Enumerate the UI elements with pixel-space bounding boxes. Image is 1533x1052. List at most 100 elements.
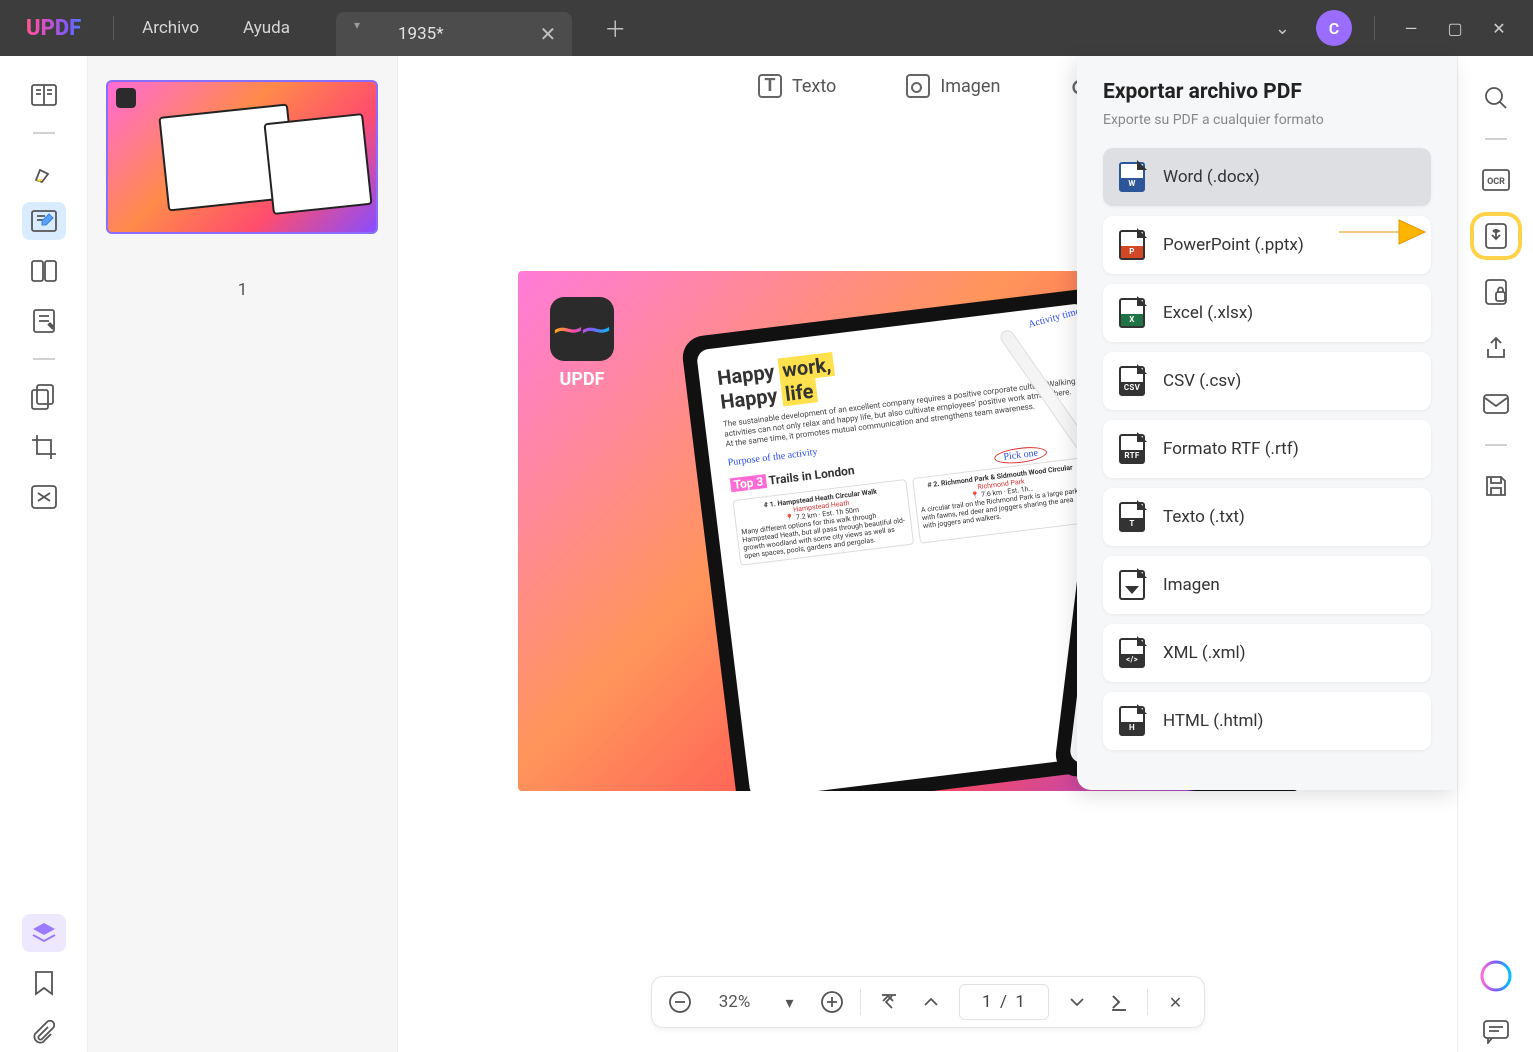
insert-text-button[interactable]: Texto bbox=[758, 74, 836, 98]
image-icon bbox=[906, 74, 930, 98]
reader-mode-icon[interactable] bbox=[22, 76, 66, 114]
document-canvas: Texto Imagen ⚲ ⁓⁓ UPDF Happy work, Happy… bbox=[398, 56, 1457, 1052]
app-logo: UPDF bbox=[0, 16, 107, 41]
window-maximize-icon[interactable]: ▢ bbox=[1441, 19, 1469, 38]
export-option-label: Imagen bbox=[1163, 575, 1220, 595]
export-option-image[interactable]: Imagen bbox=[1103, 556, 1431, 614]
prev-page-button[interactable] bbox=[917, 988, 945, 1016]
separator bbox=[1374, 16, 1375, 40]
zoom-dropdown-icon[interactable]: ▾ bbox=[776, 988, 804, 1016]
new-tab-button[interactable]: ＋ bbox=[592, 6, 638, 50]
word-file-icon: W bbox=[1119, 162, 1145, 192]
export-option-label: Word (.docx) bbox=[1163, 167, 1260, 187]
crop-tool-icon[interactable] bbox=[22, 428, 66, 466]
export-pdf-icon[interactable] bbox=[1474, 216, 1518, 256]
edit-toolbar: Texto Imagen ⚲ bbox=[758, 74, 1094, 98]
export-option-excel[interactable]: X Excel (.xlsx) bbox=[1103, 284, 1431, 342]
user-avatar[interactable]: C bbox=[1316, 10, 1352, 46]
export-option-label: HTML (.html) bbox=[1163, 711, 1263, 731]
export-option-xml[interactable]: </> XML (.xml) bbox=[1103, 624, 1431, 682]
close-pager-button[interactable]: ✕ bbox=[1162, 988, 1190, 1016]
first-page-button[interactable] bbox=[875, 988, 903, 1016]
txt-file-icon: T bbox=[1119, 502, 1145, 532]
export-title: Exportar archivo PDF bbox=[1103, 80, 1431, 104]
right-toolbar: OCR bbox=[1457, 56, 1533, 1052]
search-icon[interactable] bbox=[1474, 78, 1518, 118]
toolbar-divider bbox=[33, 132, 55, 134]
export-option-txt[interactable]: T Texto (.txt) bbox=[1103, 488, 1431, 546]
export-option-label: Texto (.txt) bbox=[1163, 507, 1245, 527]
toolbar-divider bbox=[1485, 444, 1507, 446]
rtf-file-icon: RTF bbox=[1119, 434, 1145, 464]
page-controls: 32% ▾ ✕ bbox=[651, 976, 1205, 1028]
export-option-label: Formato RTF (.rtf) bbox=[1163, 439, 1299, 459]
export-option-label: PowerPoint (.pptx) bbox=[1163, 235, 1304, 255]
highlighter-tool-icon[interactable] bbox=[22, 152, 66, 190]
ai-assistant-icon[interactable] bbox=[1474, 956, 1518, 996]
export-option-rtf[interactable]: RTF Formato RTF (.rtf) bbox=[1103, 420, 1431, 478]
export-option-word[interactable]: W Word (.docx) bbox=[1103, 148, 1431, 206]
last-page-button[interactable] bbox=[1105, 988, 1133, 1016]
thumbnails-panel: 1 bbox=[88, 56, 398, 1052]
main-shell: 1 Texto Imagen ⚲ ⁓⁓ UPDF bbox=[0, 56, 1533, 1052]
titlebar: UPDF Archivo Ayuda ▾ 1935* ✕ ＋ ⌄ C — ▢ ✕ bbox=[0, 0, 1533, 56]
export-option-label: CSV (.csv) bbox=[1163, 371, 1241, 391]
page-number-input[interactable] bbox=[959, 984, 1049, 1020]
pin-icon: ▾ bbox=[354, 18, 360, 32]
toolbar-divider bbox=[1485, 138, 1507, 140]
page-thumbnail-1[interactable] bbox=[106, 80, 378, 234]
document-tab[interactable]: ▾ 1935* ✕ bbox=[336, 12, 572, 56]
protect-pdf-icon[interactable] bbox=[1474, 272, 1518, 312]
text-icon bbox=[758, 74, 782, 98]
window-close-icon[interactable]: ✕ bbox=[1485, 19, 1513, 38]
excel-file-icon: X bbox=[1119, 298, 1145, 328]
powerpoint-file-icon: P bbox=[1119, 230, 1145, 260]
comments-icon[interactable] bbox=[1474, 1012, 1518, 1052]
export-option-powerpoint[interactable]: P PowerPoint (.pptx) bbox=[1103, 216, 1431, 274]
ocr-icon[interactable]: OCR bbox=[1474, 160, 1518, 200]
copy-pages-icon[interactable] bbox=[22, 378, 66, 416]
tab-close-icon[interactable]: ✕ bbox=[540, 22, 557, 46]
zoom-out-button[interactable] bbox=[666, 988, 694, 1016]
html-file-icon: H bbox=[1119, 706, 1145, 736]
export-panel: Exportar archivo PDF Exporte su PDF a cu… bbox=[1077, 56, 1457, 790]
edit-tool-icon[interactable] bbox=[22, 202, 66, 240]
separator bbox=[1147, 989, 1148, 1015]
page-brand: ⁓⁓ UPDF bbox=[550, 297, 614, 390]
export-option-html[interactable]: H HTML (.html) bbox=[1103, 692, 1431, 750]
save-icon[interactable] bbox=[1474, 466, 1518, 506]
export-option-label: Excel (.xlsx) bbox=[1163, 303, 1253, 323]
separator bbox=[860, 989, 861, 1015]
window-minimize-icon[interactable]: — bbox=[1397, 19, 1425, 38]
insert-image-button[interactable]: Imagen bbox=[906, 74, 1000, 98]
xml-file-icon: </> bbox=[1119, 638, 1145, 668]
image-file-icon bbox=[1119, 570, 1145, 600]
export-option-csv[interactable]: CSV CSV (.csv) bbox=[1103, 352, 1431, 410]
menu-archivo[interactable]: Archivo bbox=[120, 18, 221, 38]
toolbar-divider bbox=[33, 358, 55, 360]
tab-title: 1935* bbox=[398, 24, 444, 44]
left-toolbar bbox=[0, 56, 88, 1052]
attachment-icon[interactable] bbox=[22, 1014, 66, 1052]
thumbnail-page-number: 1 bbox=[106, 280, 379, 300]
separator bbox=[113, 16, 114, 40]
zoom-in-button[interactable] bbox=[818, 988, 846, 1016]
titlebar-right: ⌄ C — ▢ ✕ bbox=[1245, 0, 1533, 56]
share-icon[interactable] bbox=[1474, 328, 1518, 368]
redact-tool-icon[interactable] bbox=[22, 478, 66, 516]
insert-text-label: Texto bbox=[792, 76, 836, 97]
insert-image-label: Imagen bbox=[940, 76, 1000, 97]
csv-file-icon: CSV bbox=[1119, 366, 1145, 396]
bookmark-icon[interactable] bbox=[22, 964, 66, 1002]
menu-ayuda[interactable]: Ayuda bbox=[221, 18, 312, 38]
email-icon[interactable] bbox=[1474, 384, 1518, 424]
form-tool-icon[interactable] bbox=[22, 302, 66, 340]
tabs-dropdown-icon[interactable]: ⌄ bbox=[1265, 12, 1300, 45]
layers-icon[interactable] bbox=[22, 914, 66, 952]
zoom-value: 32% bbox=[708, 992, 762, 1012]
next-page-button[interactable] bbox=[1063, 988, 1091, 1016]
pages-tool-icon[interactable] bbox=[22, 252, 66, 290]
export-option-label: XML (.xml) bbox=[1163, 643, 1246, 663]
svg-text:OCR: OCR bbox=[1487, 177, 1505, 187]
export-subtitle: Exporte su PDF a cualquier formato bbox=[1103, 112, 1431, 128]
